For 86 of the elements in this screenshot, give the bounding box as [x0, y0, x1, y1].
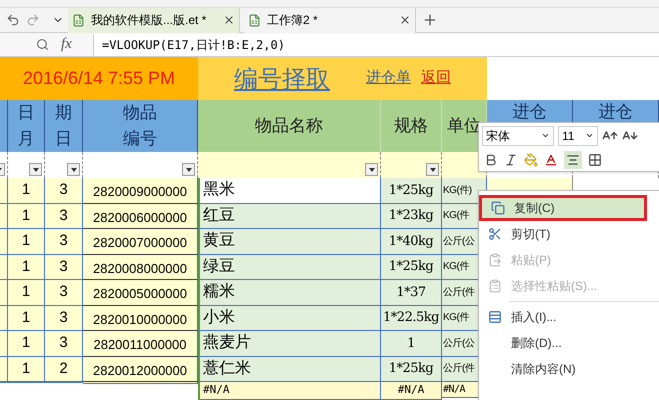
month-cell: 1: [8, 254, 45, 280]
column-header: 规格: [381, 100, 442, 152]
fx-label[interactable]: fx: [61, 33, 91, 56]
close-icon[interactable]: [399, 14, 411, 26]
filter-dropdown-button[interactable]: [182, 163, 195, 176]
link[interactable]: 返回: [421, 67, 451, 90]
filter-dropdown-button[interactable]: [29, 163, 42, 176]
item-name-cell: #N/A: [198, 382, 381, 400]
caret-icon: [585, 131, 594, 140]
tab-label: 我的软件模版...版.et *: [91, 12, 206, 29]
spec-cell: 1: [381, 331, 442, 356]
month-cell: 1: [8, 331, 45, 356]
item-code-cell: 2820010000000: [83, 306, 198, 331]
day-cell: 3: [45, 254, 83, 280]
column-header: 物品名称: [198, 100, 381, 152]
item-code-cell: 2820008000000: [83, 254, 198, 280]
column-header: 物品 编号: [83, 100, 198, 152]
item-name-cell: 红豆: [198, 204, 381, 229]
spec-cell: 1*22.5kg: [381, 306, 442, 331]
align-center-icon[interactable]: [564, 150, 582, 168]
item-code-cell: 2820011000000: [83, 331, 198, 356]
day-cell: 3: [45, 178, 83, 204]
day-cell: 3: [45, 204, 83, 229]
close-icon[interactable]: [223, 14, 235, 26]
font-color-icon[interactable]: [544, 152, 558, 166]
spec-cell: 1*23kg: [381, 204, 442, 229]
spreadsheet-icon: [248, 14, 261, 26]
item-code-cell: 2820009000000: [83, 178, 198, 204]
item-name-cell: 黑米: [198, 178, 381, 204]
document-tab[interactable]: 我的软件模版...版.et *: [68, 8, 240, 32]
clipboard-icon: [488, 253, 502, 267]
scissors-icon: [488, 227, 502, 241]
rows-icon: [488, 310, 502, 324]
filter-dropdown-button[interactable]: [365, 163, 378, 176]
month-cell: 1: [8, 204, 45, 229]
menu-item[interactable]: 复制(C): [479, 195, 647, 221]
column-header: 日 月: [8, 100, 45, 152]
item-code-cell: 2820005000000: [83, 280, 198, 306]
day-cell: 3: [45, 331, 83, 356]
font-dropdown[interactable]: 宋体: [482, 126, 554, 146]
spec-cell: 1*25kg: [381, 254, 442, 280]
day-cell: 3: [45, 229, 83, 254]
formula-field[interactable]: =VLOOKUP(E17,日计!B:E,2,0): [93, 34, 659, 56]
month-cell: 1: [8, 356, 45, 382]
month-cell: 1: [8, 306, 45, 331]
spec-cell: 1*37: [381, 280, 442, 306]
item-name-cell: 小米: [198, 306, 381, 331]
month-cell: 1: [8, 178, 45, 204]
tab-label: 工作簿2 *: [267, 12, 318, 29]
day-cell: 3: [45, 306, 83, 331]
spec-cell: 1*25kg: [381, 356, 442, 382]
item-name-cell: 黄豆: [198, 229, 381, 254]
undo-icon[interactable]: [6, 13, 20, 27]
size-dropdown[interactable]: 11: [558, 126, 598, 146]
item-code-cell: 2820012000000: [83, 356, 198, 382]
copy-icon: [491, 201, 505, 215]
spec-cell: #N/A: [381, 382, 442, 400]
column-header: 期 日: [45, 100, 83, 152]
month-cell: 1: [8, 229, 45, 254]
bold-icon[interactable]: [484, 152, 498, 166]
zoom-icon[interactable]: [36, 38, 49, 51]
item-name-cell: 绿豆: [198, 254, 381, 280]
item-name-cell: 薏仁米: [198, 356, 381, 382]
filter-dropdown-button[interactable]: [67, 163, 80, 176]
document-tab[interactable]: 工作簿2 *: [244, 8, 416, 32]
spec-cell: 1*25kg: [381, 178, 442, 204]
item-name-cell: 燕麦片: [198, 331, 381, 356]
date-cell: 2016/6/14 7:55 PM: [0, 57, 198, 100]
fill-color-icon[interactable]: [524, 152, 538, 166]
banner-title: 编号择取: [234, 64, 330, 94]
spreadsheet-icon: [72, 14, 85, 26]
column-header: [0, 100, 8, 152]
item-code-cell: 2820006000000: [83, 204, 198, 229]
link[interactable]: 进仓单: [366, 67, 411, 90]
spec-cell: 1*40kg: [381, 229, 442, 254]
new-tab-icon[interactable]: [422, 12, 438, 28]
borders-icon[interactable]: [588, 152, 602, 166]
italic-icon[interactable]: [504, 152, 518, 166]
item-name-cell: 糯米: [198, 280, 381, 306]
clipboard-icon: [488, 279, 502, 293]
day-cell: 2: [45, 356, 83, 382]
month-cell: 1: [8, 280, 45, 306]
caret-icon: [541, 131, 550, 140]
item-code-cell: 2820007000000: [83, 229, 198, 254]
filter-dropdown-button[interactable]: [426, 163, 439, 176]
day-cell: 3: [45, 280, 83, 306]
